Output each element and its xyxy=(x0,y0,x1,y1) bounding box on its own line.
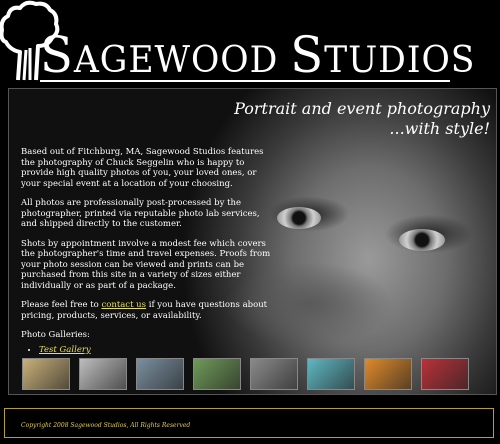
thumbnail-8[interactable] xyxy=(421,358,469,390)
tagline-line1: Portrait and event photography xyxy=(234,99,490,118)
intro-content: Based out of Fitchburg, MA, Sagewood Stu… xyxy=(21,147,277,355)
tagline-line2: ...with style! xyxy=(389,119,490,138)
intro-paragraph-2: All photos are professionally post-proce… xyxy=(21,198,260,229)
site-logo[interactable]: SAGEWOOD STUDIOS xyxy=(0,0,500,90)
thumbnail-6[interactable] xyxy=(307,358,355,390)
hero-photo-right-eye xyxy=(399,229,445,251)
copyright-text: Copyright 2008 Sagewood Studios, All Rig… xyxy=(21,422,191,429)
thumbnail-4[interactable] xyxy=(193,358,241,390)
thumbnail-3[interactable] xyxy=(136,358,184,390)
thumbnail-5[interactable] xyxy=(250,358,298,390)
gallery-list: Test Gallery xyxy=(21,345,277,356)
intro-paragraph-3: Shots by appointment involve a modest fe… xyxy=(21,238,271,291)
contact-us-link[interactable]: contact us xyxy=(101,300,146,310)
footer: Copyright 2008 Sagewood Studios, All Rig… xyxy=(4,408,494,438)
title-underline xyxy=(40,80,450,82)
test-gallery-link[interactable]: Test Gallery xyxy=(39,345,91,355)
thumbnail-1[interactable] xyxy=(22,358,70,390)
thumbnail-7[interactable] xyxy=(364,358,412,390)
gallery-list-item: Test Gallery xyxy=(39,345,277,356)
thumbnail-strip xyxy=(22,358,482,392)
galleries-heading: Photo Galleries: xyxy=(21,330,90,340)
intro-paragraph-1: Based out of Fitchburg, MA, Sagewood Stu… xyxy=(21,147,264,189)
intro-paragraph-4: Please feel free to contact us if you ha… xyxy=(21,300,268,321)
hero-photo-left-eye xyxy=(277,207,321,229)
site-title: SAGEWOOD STUDIOS xyxy=(40,26,476,84)
hero-photo-panel: Portrait and event photography ...with s… xyxy=(8,88,497,395)
thumbnail-2[interactable] xyxy=(79,358,127,390)
tagline: Portrait and event photography ...with s… xyxy=(234,99,490,139)
